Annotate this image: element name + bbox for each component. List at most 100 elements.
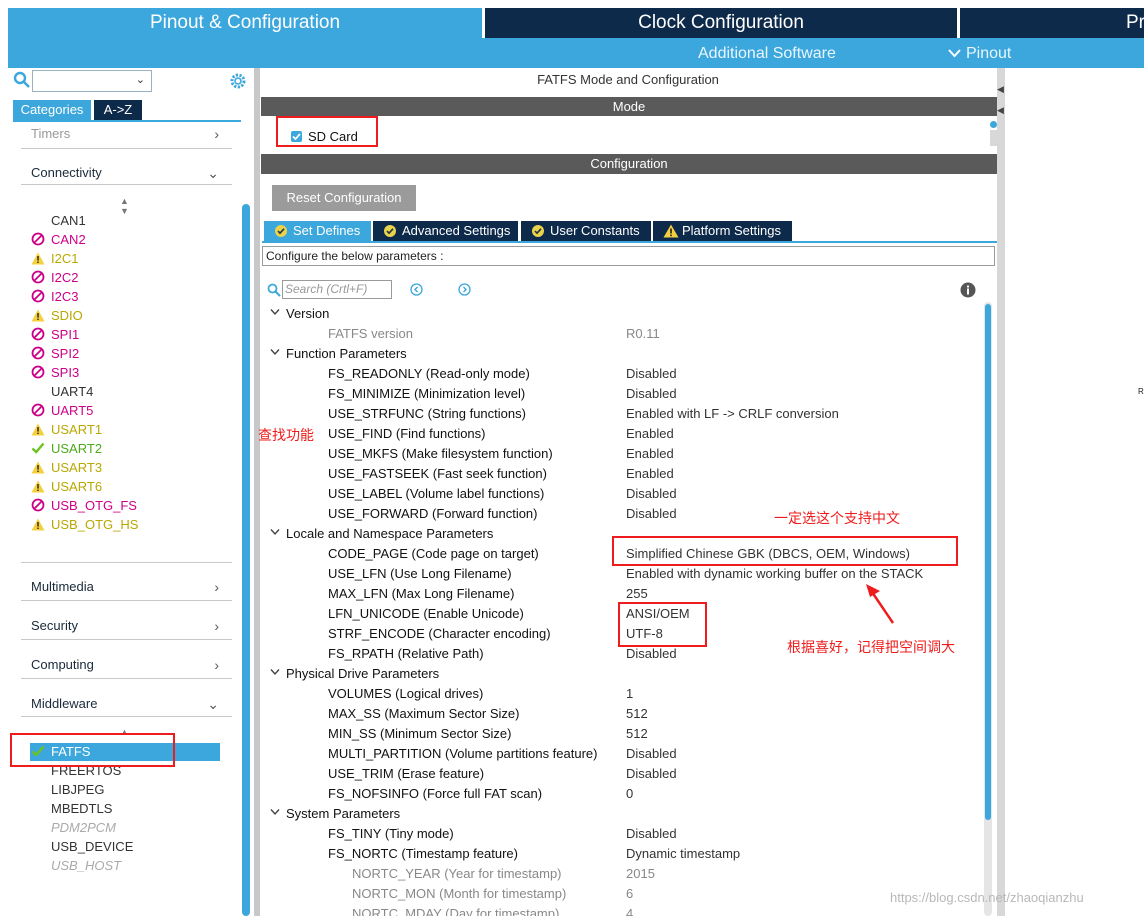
tab-clock-configuration[interactable]: Clock Configuration xyxy=(485,8,957,38)
peripheral-item[interactable]: USB_OTG_FS xyxy=(31,496,211,515)
peripheral-item[interactable]: SPI1 xyxy=(31,325,211,344)
parameter-value[interactable]: Disabled xyxy=(626,364,677,384)
category-middleware[interactable]: Middleware ⌄ xyxy=(31,694,231,714)
parameter-value[interactable]: Disabled xyxy=(626,764,677,784)
chevron-down-icon[interactable] xyxy=(270,304,280,324)
mode-scrollbar-thumb[interactable] xyxy=(990,121,997,128)
parameter-value[interactable]: Enabled xyxy=(626,444,674,464)
parameter-name[interactable]: MAX_SS (Maximum Sector Size) xyxy=(328,704,519,724)
peripheral-item[interactable]: SDIO xyxy=(31,306,211,325)
search-dropdown[interactable]: ⌄ xyxy=(32,70,152,92)
parameter-name[interactable]: MULTI_PARTITION (Volume partitions featu… xyxy=(328,744,597,764)
pinout-menu-button[interactable]: Pinout xyxy=(948,43,1011,65)
peripheral-item[interactable]: SPI2 xyxy=(31,344,211,363)
parameter-group[interactable]: Function Parameters xyxy=(286,344,407,364)
category-connectivity[interactable]: Connectivity ⌄ xyxy=(31,163,231,183)
peripheral-item[interactable]: USART1 xyxy=(31,420,211,439)
parameter-value[interactable]: 2015 xyxy=(626,864,655,884)
category-security[interactable]: Security › xyxy=(31,616,231,636)
parameter-value[interactable]: 255 xyxy=(626,584,648,604)
gear-icon[interactable] xyxy=(229,72,247,90)
parameter-name[interactable]: NORTC_MON (Month for timestamp) xyxy=(352,884,566,904)
tab-a-to-z[interactable]: A->Z xyxy=(94,100,142,120)
peripheral-item[interactable]: CAN2 xyxy=(31,230,211,249)
parameter-name[interactable]: MAX_LFN (Max Long Filename) xyxy=(328,584,514,604)
chevron-down-icon[interactable] xyxy=(270,524,280,544)
peripheral-item[interactable]: I2C1 xyxy=(31,249,211,268)
tab-advanced-settings[interactable]: Advanced Settings xyxy=(373,221,518,241)
tab-categories[interactable]: Categories xyxy=(13,100,91,120)
parameter-value[interactable]: 4 xyxy=(626,904,633,916)
middleware-item[interactable]: LIBJPEG xyxy=(31,780,211,799)
reset-configuration-button[interactable]: Reset Configuration xyxy=(272,185,416,211)
chevron-down-icon[interactable] xyxy=(270,344,280,364)
parameter-name[interactable]: USE_FASTSEEK (Fast seek function) xyxy=(328,464,547,484)
peripheral-item[interactable]: CAN1 xyxy=(31,211,211,230)
middleware-item[interactable]: PDM2PCM xyxy=(31,818,211,837)
parameter-name[interactable]: FS_RPATH (Relative Path) xyxy=(328,644,484,664)
parameter-value[interactable]: 512 xyxy=(626,704,648,724)
parameter-value[interactable]: Disabled xyxy=(626,644,677,664)
parameter-value[interactable]: Disabled xyxy=(626,384,677,404)
parameter-name[interactable]: USE_LFN (Use Long Filename) xyxy=(328,564,512,584)
previous-result-icon[interactable] xyxy=(410,283,423,296)
parameter-name[interactable]: USE_STRFUNC (String functions) xyxy=(328,404,526,424)
parameter-name[interactable]: USE_FORWARD (Forward function) xyxy=(328,504,538,524)
parameter-name[interactable]: MIN_SS (Minimum Sector Size) xyxy=(328,724,511,744)
parameter-value[interactable]: Enabled xyxy=(626,424,674,444)
parameter-value[interactable]: Enabled with dynamic working buffer on t… xyxy=(626,564,923,584)
parameter-name[interactable]: LFN_UNICODE (Enable Unicode) xyxy=(328,604,524,624)
middleware-item[interactable]: USB_DEVICE xyxy=(31,837,211,856)
parameter-name[interactable]: FS_READONLY (Read-only mode) xyxy=(328,364,530,384)
parameter-value[interactable]: R0.11 xyxy=(626,324,660,344)
peripheral-item[interactable]: USART6 xyxy=(31,477,211,496)
parameter-name[interactable]: FS_MINIMIZE (Minimization level) xyxy=(328,384,525,404)
parameter-name[interactable]: USE_FIND (Find functions) xyxy=(328,424,486,444)
parameter-value[interactable]: 512 xyxy=(626,724,648,744)
category-computing[interactable]: Computing › xyxy=(31,655,231,675)
peripheral-item[interactable]: I2C2 xyxy=(31,268,211,287)
peripheral-item[interactable]: SPI3 xyxy=(31,363,211,382)
info-icon[interactable] xyxy=(960,282,976,298)
left-scrollbar[interactable] xyxy=(242,204,250,916)
parameter-name[interactable]: USE_TRIM (Erase feature) xyxy=(328,764,484,784)
category-timers[interactable]: Timers › xyxy=(31,124,231,144)
parameter-name[interactable]: VOLUMES (Logical drives) xyxy=(328,684,483,704)
next-result-icon[interactable] xyxy=(458,283,471,296)
parameter-group[interactable]: Physical Drive Parameters xyxy=(286,664,439,684)
peripheral-item[interactable]: USB_OTG_HS xyxy=(31,515,211,534)
middleware-item[interactable]: USB_HOST xyxy=(31,856,211,875)
parameter-value[interactable]: Dynamic timestamp xyxy=(626,844,740,864)
peripheral-item[interactable]: USART3 xyxy=(31,458,211,477)
tab-set-defines[interactable]: Set Defines xyxy=(264,221,371,241)
parameter-value[interactable]: 1 xyxy=(626,684,633,704)
peripheral-item[interactable]: USART2 xyxy=(31,439,211,458)
parameter-scrollbar-thumb[interactable] xyxy=(985,304,991,820)
parameter-group[interactable]: Locale and Namespace Parameters xyxy=(286,524,493,544)
peripheral-item[interactable]: UART5 xyxy=(31,401,211,420)
middleware-item[interactable]: MBEDTLS xyxy=(31,799,211,818)
parameter-name[interactable]: FATFS version xyxy=(328,324,413,344)
peripheral-item[interactable]: I2C3 xyxy=(31,287,211,306)
search-icon[interactable] xyxy=(267,283,281,297)
parameter-name[interactable]: USE_LABEL (Volume label functions) xyxy=(328,484,544,504)
panel-splitter[interactable] xyxy=(254,68,260,916)
peripheral-item[interactable]: UART4 xyxy=(31,382,211,401)
tab-platform-settings[interactable]: Platform Settings xyxy=(653,221,792,241)
parameter-name[interactable]: FS_TINY (Tiny mode) xyxy=(328,824,454,844)
parameter-value[interactable]: Disabled xyxy=(626,824,677,844)
additional-software-button[interactable]: Additional Software xyxy=(698,43,836,65)
panel-splitter-right[interactable] xyxy=(997,68,1005,916)
parameter-group[interactable]: Version xyxy=(286,304,329,324)
parameter-name[interactable]: NORTC_YEAR (Year for timestamp) xyxy=(352,864,562,884)
parameter-search-input[interactable]: Search (Crtl+F) xyxy=(282,280,392,299)
parameter-name[interactable]: NORTC_MDAY (Day for timestamp) xyxy=(352,904,559,916)
chevron-down-icon[interactable] xyxy=(270,804,280,824)
parameter-value[interactable]: Enabled xyxy=(626,464,674,484)
parameter-name[interactable]: CODE_PAGE (Code page on target) xyxy=(328,544,539,564)
category-multimedia[interactable]: Multimedia › xyxy=(31,577,231,597)
parameter-value[interactable]: Disabled xyxy=(626,504,677,524)
collapse-arrow-icon[interactable]: ◀ ◀ xyxy=(997,84,1004,116)
mode-scrollbar[interactable] xyxy=(990,130,997,146)
search-icon[interactable] xyxy=(13,71,31,89)
